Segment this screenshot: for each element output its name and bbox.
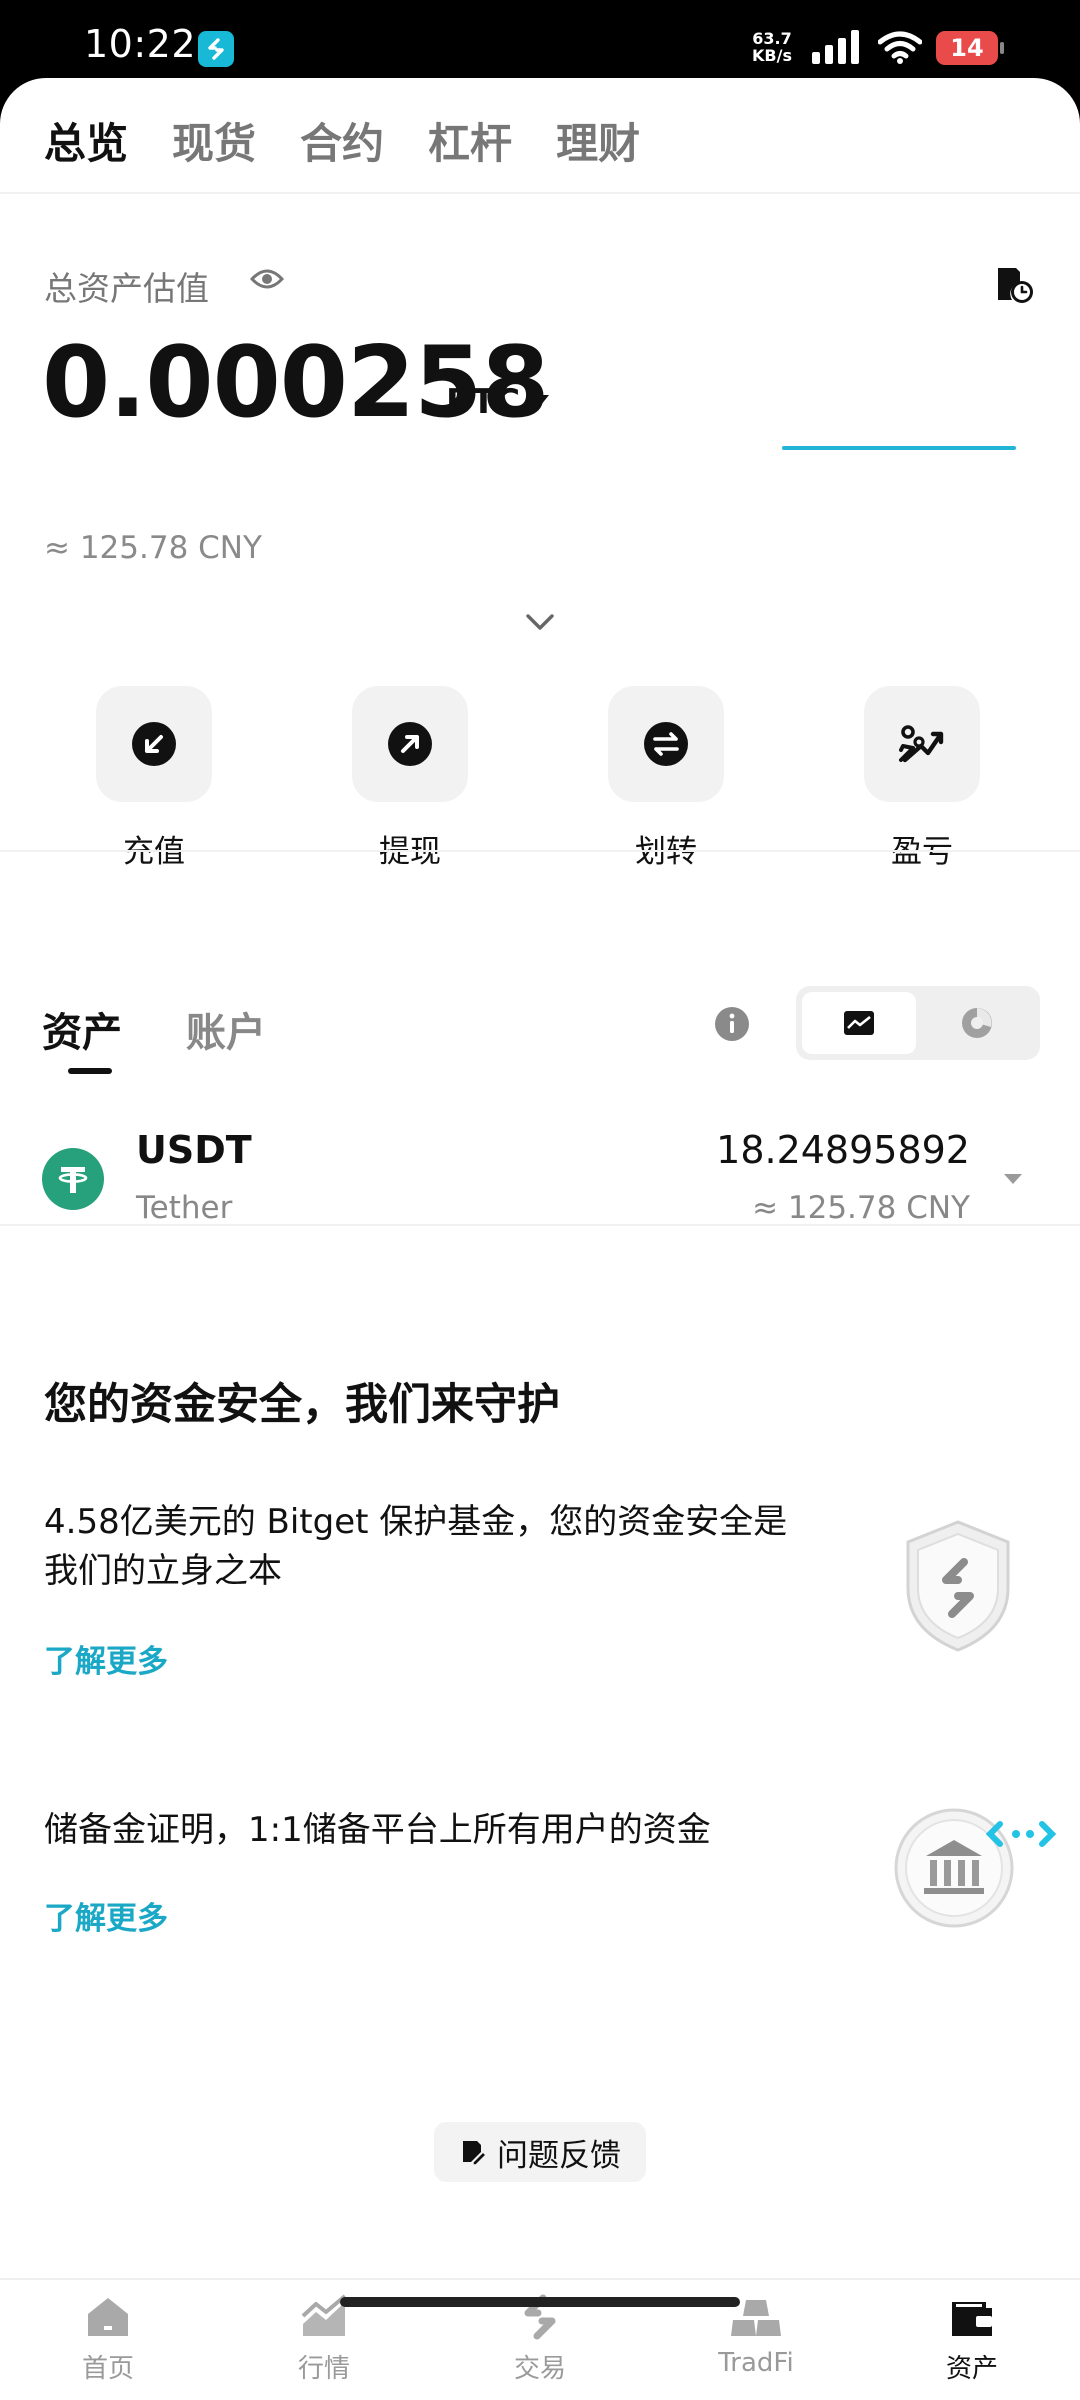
asset-amount: 18.24895892	[716, 1128, 970, 1172]
eye-icon[interactable]	[249, 267, 285, 295]
line-chart-icon	[844, 1011, 874, 1035]
total-asset-label: 总资产估值	[44, 269, 209, 308]
status-time: 10:22	[84, 22, 197, 66]
view-toggle	[796, 986, 1040, 1060]
pie-view-button[interactable]	[920, 992, 1034, 1054]
network-speed-value: 63.7	[752, 29, 792, 48]
transfer-button[interactable]: 划转	[608, 686, 724, 871]
section-divider	[0, 850, 1080, 852]
chart-view-button[interactable]	[802, 992, 916, 1054]
nav-trade-label: 交易	[513, 2354, 566, 2384]
tether-logo	[42, 1148, 104, 1210]
tab-spot[interactable]: 现货	[172, 110, 256, 171]
deposit-button[interactable]: 充值	[96, 686, 212, 871]
battery-indicator: 14	[936, 31, 998, 65]
withdraw-button[interactable]: 提现	[352, 686, 468, 871]
nav-home-label: 首页	[81, 2354, 134, 2384]
active-tab-indicator	[68, 1068, 112, 1074]
history-icon[interactable]	[990, 262, 1034, 310]
battery-tip	[1000, 42, 1004, 54]
pie-chart-icon	[962, 1008, 992, 1038]
feedback-icon	[463, 2141, 487, 2166]
caret-down-icon[interactable]	[532, 392, 550, 411]
nav-tradfi-label: TradFi	[718, 2348, 794, 2378]
nav-assets[interactable]: 资产	[902, 2294, 1042, 2385]
nav-market-label: 行情	[297, 2354, 350, 2384]
deposit-icon	[96, 686, 212, 802]
balance-sparkline	[782, 446, 1016, 450]
asset-cny-value: ≈ 125.78 CNY	[752, 1190, 970, 1226]
nav-home[interactable]: 首页	[38, 2294, 178, 2385]
asset-name: Tether	[136, 1190, 233, 1226]
tab-futures[interactable]: 合约	[300, 110, 384, 171]
pnl-button[interactable]: 盈亏	[864, 686, 980, 871]
pnl-label: 盈亏	[891, 834, 953, 870]
home-icon	[88, 2298, 128, 2336]
security-title: 您的资金安全，我们来守护	[44, 1380, 560, 1430]
main-sheet: 总览 现货 合约 杠杆 理财 总资产估值 0.000258 BTC ≈ 125.…	[0, 78, 1080, 2400]
section-divider-2	[0, 1224, 1080, 1226]
asset-subtabs: 资产 账户	[42, 1000, 266, 1058]
tab-accounts[interactable]: 账户	[186, 1000, 266, 1058]
nav-trade[interactable]: 交易	[470, 2294, 610, 2385]
tab-overview[interactable]: 总览	[44, 110, 128, 171]
withdraw-label: 提现	[379, 834, 441, 870]
wifi-icon	[877, 30, 923, 68]
tab-assets[interactable]: 资产	[42, 1000, 122, 1058]
proof-of-reserves-text: 储备金证明，1:1储备平台上所有用户的资金	[44, 1810, 711, 1850]
learn-more-link-fund[interactable]: 了解更多	[44, 1636, 168, 1681]
wallet-icon	[952, 2302, 992, 2336]
caret-down-icon[interactable]	[1003, 1171, 1023, 1190]
protection-fund-text: 4.58亿美元的 Bitget 保护基金，您的资金安全是我们的立身之本	[44, 1502, 788, 1591]
top-tabs: 总览 现货 合约 杠杆 理财	[44, 110, 640, 171]
tab-margin[interactable]: 杠杆	[428, 110, 512, 171]
home-indicator[interactable]	[340, 2297, 740, 2307]
balance-approx-cny: ≈ 125.78 CNY	[44, 530, 262, 566]
withdraw-icon	[352, 686, 468, 802]
tabs-divider	[0, 192, 1080, 194]
transfer-label: 划转	[635, 834, 697, 870]
shield-icon	[900, 1518, 1016, 1658]
asset-symbol[interactable]: USDT	[136, 1128, 252, 1172]
tab-earn[interactable]: 理财	[556, 110, 640, 171]
screen: 10:22 63.7 KB/s 14 总览 现货 合约 杠杆 理财 总资产估值 …	[0, 0, 1080, 2400]
network-speed: 63.7 KB/s	[752, 30, 792, 64]
signal-icon	[812, 30, 864, 68]
feedback-button[interactable]: 问题反馈	[434, 2122, 646, 2182]
status-bar: 10:22 63.7 KB/s 14	[0, 0, 1080, 80]
chevron-down-icon[interactable]	[524, 612, 556, 636]
nav-market[interactable]: 行情	[254, 2294, 394, 2385]
network-speed-unit: KB/s	[752, 46, 792, 65]
balance-unit[interactable]: BTC	[446, 382, 520, 422]
deposit-label: 充值	[123, 834, 185, 870]
pnl-icon	[864, 686, 980, 802]
feedback-label: 问题反馈	[497, 2137, 621, 2174]
learn-more-link-reserves[interactable]: 了解更多	[44, 1893, 168, 1938]
nav-assets-label: 资产	[945, 2354, 998, 2384]
bitget-app-icon	[198, 31, 234, 67]
info-icon[interactable]	[714, 1006, 750, 1046]
bank-icon	[892, 1802, 1062, 1936]
transfer-icon	[608, 686, 724, 802]
